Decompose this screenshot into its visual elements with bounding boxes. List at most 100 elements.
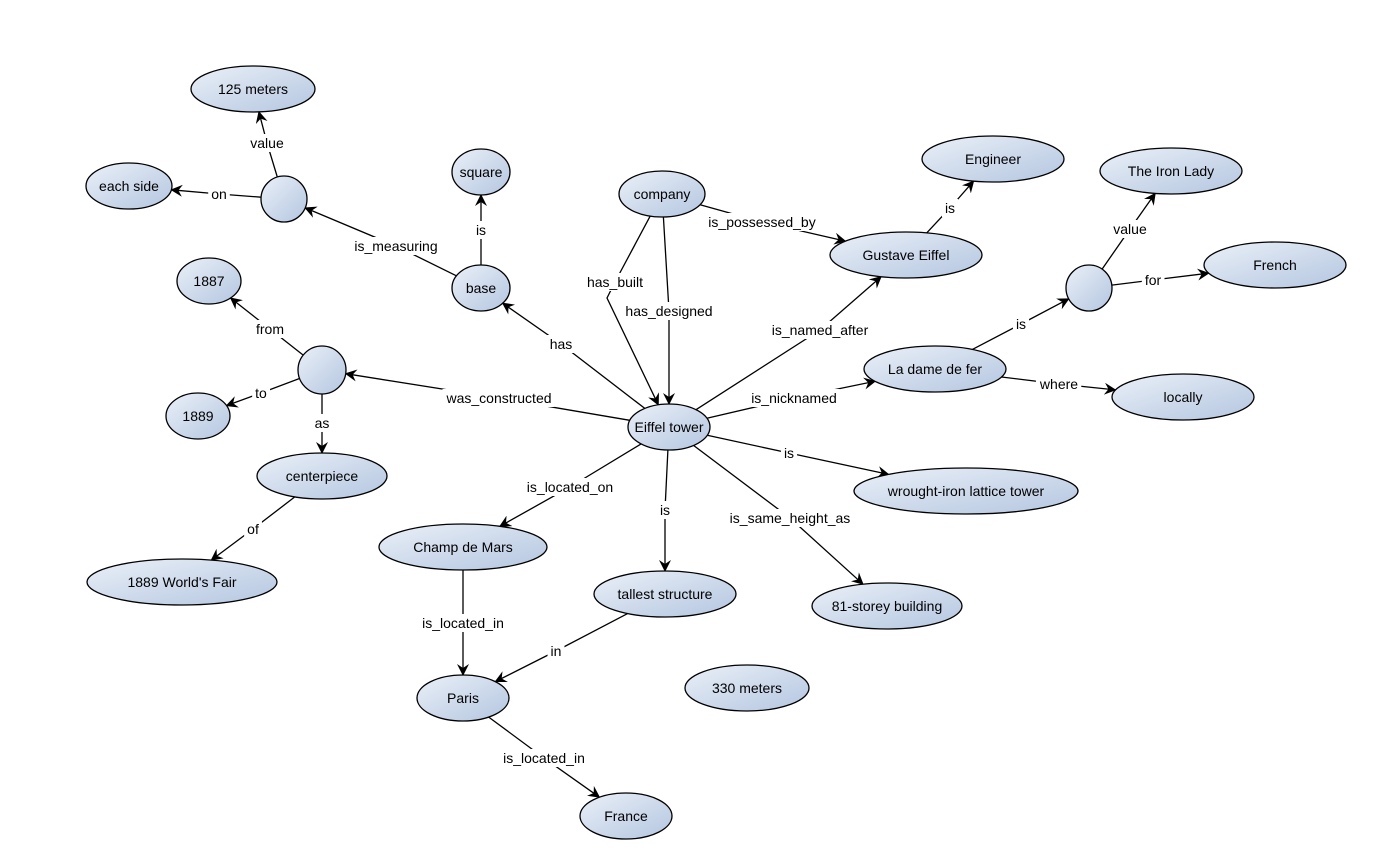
node-label: Eiffel tower: [635, 419, 704, 435]
node-square[interactable]: square: [451, 148, 511, 196]
edge-label: on: [211, 186, 227, 202]
edge-value-blank3-to-ironlady[interactable]: value: [1101, 192, 1156, 270]
node-330-meters[interactable]: 330 meters: [684, 664, 810, 712]
node-label: 1887: [193, 273, 224, 289]
edge-label: is: [784, 445, 794, 461]
node-label: 330 meters: [712, 680, 782, 696]
edge-is-gustave-to-engineer[interactable]: is: [926, 180, 975, 234]
node-label: 1889: [182, 408, 213, 424]
node-label: Engineer: [965, 151, 1021, 167]
node-blank-blank2[interactable]: [297, 345, 347, 395]
node-label: France: [604, 808, 648, 824]
node-circle[interactable]: [260, 175, 308, 223]
concept-map-canvas: valueonis_measuringishasfromtoasofwas_co…: [85, 65, 1347, 840]
edge-label: in: [551, 643, 562, 659]
edge-value-blank1-to-n125m[interactable]: value: [247, 110, 287, 178]
node-wrought-iron-lattice-tower[interactable]: wrought-iron lattice tower: [853, 467, 1079, 515]
node-la-dame-de-fer[interactable]: La dame de fer: [863, 345, 1007, 393]
node-81-storey-building[interactable]: 81-storey building: [811, 582, 963, 630]
node-label: La dame de fer: [888, 361, 983, 377]
edge-has-designed-company-to-eiffel[interactable]: has_designed: [622, 216, 716, 405]
edge-on-blank1-to-eachside[interactable]: on: [170, 184, 262, 203]
node-eiffel-tower[interactable]: Eiffel tower: [627, 403, 711, 451]
node-france[interactable]: France: [579, 792, 673, 840]
nodes-layer: 125 meters each side square base 1887 1889 cen…: [85, 65, 1347, 840]
edge-label: is_possessed_by: [708, 214, 815, 230]
node-125-meters[interactable]: 125 meters: [190, 65, 316, 113]
node-label: square: [460, 164, 503, 180]
edge-label: for: [1145, 272, 1162, 288]
edge-is-same-height-as-eiffel-to-storey81[interactable]: is_same_height_as: [693, 444, 864, 585]
node-label: 125 meters: [218, 81, 288, 97]
node-french[interactable]: French: [1203, 241, 1347, 289]
edge-is-ladame-to-blank3[interactable]: is: [972, 298, 1070, 350]
edge-label: from: [256, 321, 284, 337]
edge-label: value: [1113, 221, 1147, 237]
edge-is-eiffel-to-tallest[interactable]: is: [656, 449, 674, 572]
edge-label: to: [255, 385, 267, 401]
node-label: Champ de Mars: [413, 539, 513, 555]
node-each-side[interactable]: each side: [85, 162, 173, 210]
node-1889[interactable]: 1889: [165, 392, 231, 440]
edge-label: is: [1016, 316, 1026, 332]
node-gustave-eiffel[interactable]: Gustave Eiffel: [829, 231, 983, 279]
edge-label: is: [945, 200, 955, 216]
edge-is-possessed-by-company-to-gustave[interactable]: is_possessed_by: [699, 204, 847, 245]
edge-label: is_located_in: [503, 750, 585, 766]
edge-is-base-to-square[interactable]: is: [472, 194, 490, 265]
node-label: company: [634, 186, 691, 202]
edge-label: is_measuring: [354, 238, 437, 254]
edge-label: of: [247, 521, 259, 537]
edge-label: is_same_height_as: [730, 510, 851, 526]
node-champ-de-mars[interactable]: Champ de Mars: [378, 523, 548, 571]
edge-label: has_built: [587, 274, 643, 290]
edge-label: value: [250, 135, 284, 151]
node-centerpiece[interactable]: centerpiece: [256, 452, 388, 500]
edge-of-centerpiece-to-worldsfair[interactable]: of: [210, 496, 296, 561]
edge-as-blank2-to-centerpiece[interactable]: as: [311, 394, 333, 454]
edge-is-located-on-eiffel-to-champ[interactable]: is_located_on: [499, 443, 642, 527]
edge-is-located-in-champ-to-paris[interactable]: is_located_in: [419, 570, 507, 676]
edge-label: as: [315, 415, 330, 431]
node-circle[interactable]: [297, 345, 347, 395]
edge-is-measuring-base-to-blank1[interactable]: is_measuring: [304, 206, 457, 277]
node-label: locally: [1164, 389, 1203, 405]
node-label: 81-storey building: [832, 598, 943, 614]
edge-in-tallest-to-paris[interactable]: in: [494, 613, 628, 683]
edge-from-blank2-to-y1887[interactable]: from: [229, 297, 304, 356]
node-1889-world-s-fair[interactable]: 1889 World's Fair: [86, 558, 278, 606]
node-label: Paris: [447, 690, 479, 706]
node-1887[interactable]: 1887: [176, 257, 242, 305]
node-label: each side: [99, 178, 159, 194]
node-blank-blank3[interactable]: [1065, 264, 1113, 312]
edge-label: is: [660, 502, 670, 518]
edge-label: is_named_after: [772, 322, 869, 338]
edge-where-ladame-to-locally[interactable]: where: [1001, 375, 1117, 395]
node-locally[interactable]: locally: [1111, 373, 1255, 421]
node-the-iron-lady[interactable]: The Iron Lady: [1099, 147, 1243, 195]
node-label: 1889 World's Fair: [127, 574, 236, 590]
node-label: The Iron Lady: [1128, 163, 1214, 179]
edge-is-eiffel-to-wrought[interactable]: is: [707, 434, 890, 478]
node-label: French: [1253, 257, 1297, 273]
node-paris[interactable]: Paris: [416, 674, 510, 722]
node-tallest-structure[interactable]: tallest structure: [593, 570, 737, 618]
edge-line[interactable]: [707, 434, 890, 478]
node-label: centerpiece: [286, 468, 359, 484]
node-label: wrought-iron lattice tower: [887, 483, 1045, 499]
node-base[interactable]: base: [451, 264, 511, 312]
edge-to-blank2-to-y1889[interactable]: to: [225, 377, 300, 408]
edge-for-blank3-to-french[interactable]: for: [1111, 268, 1210, 289]
edge-label: is_located_in: [422, 615, 504, 631]
node-engineer[interactable]: Engineer: [921, 135, 1065, 183]
node-label: Gustave Eiffel: [863, 247, 950, 263]
node-blank-blank1[interactable]: [260, 175, 308, 223]
node-circle[interactable]: [1065, 264, 1113, 312]
edge-label: where: [1039, 376, 1078, 392]
edge-is-located-in-paris-to-france[interactable]: is_located_in: [488, 716, 601, 798]
edge-label: has: [550, 336, 573, 352]
node-label: base: [466, 280, 497, 296]
edge-label: is_nicknamed: [751, 390, 837, 406]
edge-was-constructed-eiffel-to-blank2[interactable]: was_constructed: [344, 369, 630, 421]
node-company[interactable]: company: [618, 170, 706, 218]
